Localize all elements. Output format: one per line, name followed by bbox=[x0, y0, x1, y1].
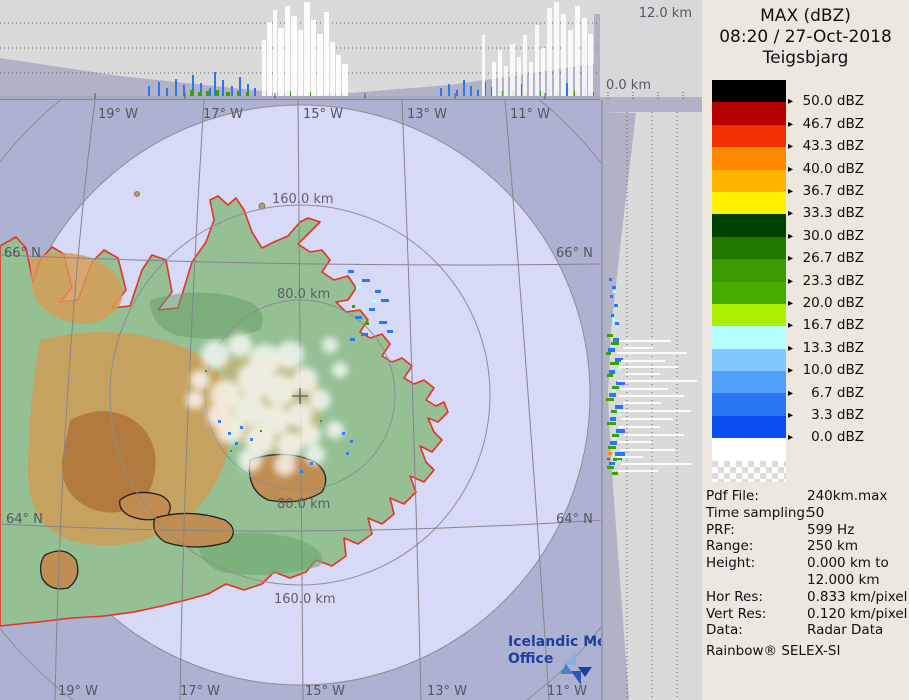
product-header: MAX (dBZ) 08:20 / 27-Oct-2018 Teigsbjarg bbox=[702, 6, 909, 69]
meta-row: Range: 250 km bbox=[706, 538, 859, 554]
lon-label-bottom-17w: 17° W bbox=[180, 684, 221, 699]
top-profile-graphic bbox=[0, 0, 600, 100]
ring-label-80-top: 80.0 km bbox=[277, 287, 331, 302]
legend-below-min-band bbox=[712, 438, 786, 461]
legend-tick: ▸ 43.3 dBZ bbox=[788, 138, 864, 154]
legend-tick-arrow-icon: ▸ bbox=[788, 343, 794, 354]
legend-tick-arrow-icon: ▸ bbox=[788, 186, 794, 197]
legend-tick-arrow-icon: ▸ bbox=[788, 141, 794, 152]
lon-label-top-19w: 19° W bbox=[98, 107, 139, 122]
legend-tick-arrow-icon: ▸ bbox=[788, 388, 794, 399]
legend-tick-arrow-icon: ▸ bbox=[788, 164, 794, 175]
color-scale-bar bbox=[712, 80, 786, 482]
legend-tick-arrow-icon: ▸ bbox=[788, 276, 794, 287]
imo-logo-line1: Icelandic Met bbox=[508, 634, 601, 650]
vendor-line: Rainbow® SELEX-SI bbox=[706, 643, 841, 659]
legend-tick: ▸ 30.0 dBZ bbox=[788, 228, 864, 244]
lon-label-top-11w: 11° W bbox=[510, 107, 551, 122]
legend-tick: ▸ 36.7 dBZ bbox=[788, 183, 864, 199]
legend-band bbox=[712, 102, 786, 125]
legend-band bbox=[712, 281, 786, 304]
legend-band bbox=[712, 124, 786, 148]
legend-panel: MAX (dBZ) 08:20 / 27-Oct-2018 Teigsbjarg bbox=[702, 0, 909, 700]
right-height-profile bbox=[601, 100, 704, 700]
legend-tick-arrow-icon: ▸ bbox=[788, 298, 794, 309]
legend-tick: ▸ 50.0 dBZ bbox=[788, 93, 864, 109]
lon-label-top-15w: 15° W bbox=[303, 107, 344, 122]
legend-tick-arrow-icon: ▸ bbox=[788, 96, 794, 107]
legend-band bbox=[712, 147, 786, 170]
meta-row: Pdf File: 240km.max bbox=[706, 488, 888, 504]
legend-band bbox=[712, 326, 786, 349]
lon-label-top-13w: 13° W bbox=[407, 107, 448, 122]
top-height-profile bbox=[0, 0, 600, 100]
legend-tick: ▸ 20.0 dBZ bbox=[788, 295, 864, 311]
legend-band bbox=[712, 415, 786, 439]
lat-label-left-64n: 64° N bbox=[6, 512, 43, 527]
legend-tick: ▸ 3.3 dBZ bbox=[788, 407, 864, 423]
legend-tick-arrow-icon: ▸ bbox=[788, 208, 794, 219]
lat-label-right-64n: 64° N bbox=[556, 512, 593, 527]
legend-tick-arrow-icon: ▸ bbox=[788, 410, 794, 421]
legend-tick: ▸ 6.7 dBZ bbox=[788, 385, 864, 401]
legend-tick: ▸ 26.7 dBZ bbox=[788, 250, 864, 266]
legend-tick-arrow-icon: ▸ bbox=[788, 320, 794, 331]
legend-tick-arrow-icon: ▸ bbox=[788, 119, 794, 130]
legend-tick: ▸ 23.3 dBZ bbox=[788, 273, 864, 289]
imo-pinwheel-icon bbox=[560, 652, 592, 685]
radar-display-window: 12.0 km 0.0 km 19° W 17° W 15° W 13° W 1… bbox=[0, 0, 909, 700]
legend-tick: ▸ 0.0 dBZ bbox=[788, 429, 864, 445]
legend-band bbox=[712, 169, 786, 192]
legend-transparent-band bbox=[712, 460, 786, 482]
legend-band bbox=[712, 236, 786, 260]
height-scale-panel: 12.0 km 0.0 km bbox=[600, 0, 702, 100]
radar-site-name: Teigsbjarg bbox=[762, 48, 849, 68]
legend-tick: ▸ 46.7 dBZ bbox=[788, 116, 864, 132]
lon-label-bottom-15w: 15° W bbox=[305, 684, 346, 699]
right-profile-graphic bbox=[603, 100, 704, 700]
ring-label-80-bottom: 80.0 km bbox=[277, 497, 331, 512]
meta-row: Hor Res: 0.833 km/pixel bbox=[706, 589, 908, 605]
corner-ticks bbox=[600, 92, 702, 100]
legend-band bbox=[712, 348, 786, 372]
legend-band bbox=[712, 259, 786, 282]
legend-tick-arrow-icon: ▸ bbox=[788, 253, 794, 264]
legend-tick-arrow-icon: ▸ bbox=[788, 432, 794, 443]
product-datetime: 08:20 / 27-Oct-2018 bbox=[719, 27, 892, 47]
legend-band bbox=[712, 191, 786, 215]
legend-tick-arrow-icon: ▸ bbox=[788, 365, 794, 376]
legend-tick: ▸ 10.0 dBZ bbox=[788, 362, 864, 378]
legend-tick-arrow-icon: ▸ bbox=[788, 231, 794, 242]
radar-map-graphic bbox=[0, 100, 601, 700]
legend-band bbox=[712, 214, 786, 237]
legend-band bbox=[712, 80, 786, 103]
legend-tick: ▸ 40.0 dBZ bbox=[788, 161, 864, 177]
legend-band bbox=[712, 393, 786, 416]
lat-label-left-66n: 66° N bbox=[4, 246, 41, 261]
legend-tick: ▸ 16.7 dBZ bbox=[788, 317, 864, 333]
ring-label-160-bottom: 160.0 km bbox=[274, 592, 336, 607]
ring-label-160-top: 160.0 km bbox=[272, 192, 334, 207]
legend-band bbox=[712, 303, 786, 327]
lon-label-bottom-13w: 13° W bbox=[427, 684, 468, 699]
radar-map: 19° W 17° W 15° W 13° W 11° W 19° W 17° … bbox=[0, 100, 602, 700]
meta-row: PRF: 599 Hz bbox=[706, 522, 855, 538]
legend-tick: ▸ 33.3 dBZ bbox=[788, 205, 864, 221]
meta-row: Time sampling: 50 bbox=[706, 505, 825, 521]
legend-tick: ▸ 13.3 dBZ bbox=[788, 340, 864, 356]
meta-row: Height: 0.000 km to bbox=[706, 555, 889, 571]
meta-row: Vert Res: 0.120 km/pixel bbox=[706, 606, 908, 622]
lat-label-right-66n: 66° N bbox=[556, 246, 593, 261]
product-name: MAX (dBZ) bbox=[760, 6, 851, 26]
legend-band bbox=[712, 371, 786, 394]
meta-row: Data: Radar Data bbox=[706, 622, 884, 638]
lon-label-bottom-19w: 19° W bbox=[58, 684, 99, 699]
lon-label-top-17w: 17° W bbox=[203, 107, 244, 122]
